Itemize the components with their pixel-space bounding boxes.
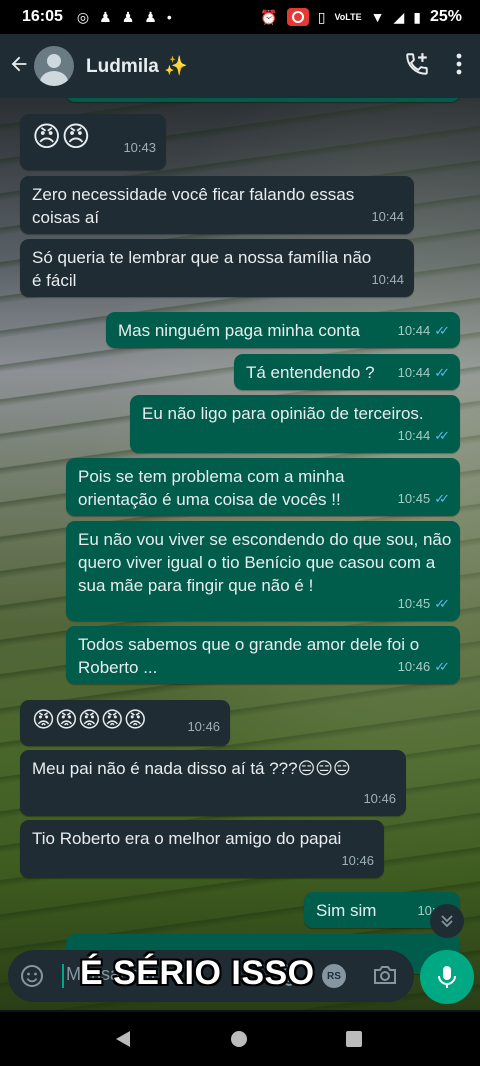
volte-icon: VoLTE [334,12,362,22]
message-bubble[interactable]: Todos sabemos que o grande amor dele foi… [66,626,460,684]
add-call-icon[interactable] [404,51,430,82]
nav-home-icon[interactable] [231,1031,247,1047]
voice-message-button[interactable] [420,950,474,1004]
read-receipt-icon: ✓✓ [434,428,450,443]
camera-icon[interactable] [372,963,398,992]
message-text: Tá entendendo ? [246,363,375,382]
message-text: 😡😡😡😡😡 [32,707,147,732]
message-time: 10:46 [363,791,396,806]
message-bubble[interactable]: Tá entendendo ? 10:44 ✓✓ [234,354,460,390]
overlay-caption: É SÉRIO ISSO [80,954,315,992]
message-text: Meu pai não é nada disso aí tá ???😑😑😑 [32,759,351,778]
message-time: 10:46 [187,719,220,734]
nav-recents-icon[interactable] [346,1031,362,1047]
scroll-to-bottom-button[interactable] [430,904,464,938]
notification-icons: ◎ ♟ ♟ ♟ • [77,9,172,26]
message-text: Só queria te lembrar que a nossa família… [32,248,372,290]
message-text: Eu não vou viver se escondendo do que so… [78,530,452,595]
message-text: Eu não ligo para opinião de terceiros. [142,404,424,423]
microphone-icon [438,966,456,988]
battery-level: 25% [429,8,462,25]
message-text: Sim sim [316,901,377,920]
read-receipt-icon: ✓✓ [434,323,450,338]
message-bubble[interactable]: Só queria te lembrar que a nossa família… [20,239,414,297]
message-time: 10:44 [371,272,404,287]
contact-avatar[interactable] [34,46,74,86]
message-time: 10:44 [397,428,431,443]
status-time: 16:05 [22,8,63,25]
message-bubble[interactable]: Eu não vou viver se escondendo do que so… [66,521,460,621]
vibrate-icon: ▯ [317,8,326,25]
chat-header: Ludmila ✨ [0,34,480,98]
message-text: Pois se tem problema com a minha orienta… [78,467,345,509]
message-text: Tio Roberto era o melhor amigo do papai [32,829,342,848]
more-options-icon[interactable] [456,53,462,80]
message-text: Mas ninguém paga minha conta [118,321,360,340]
status-bar: 16:05 ◎ ♟ ♟ ♟ • ⏰ ▯ VoLTE ▼ ◢ ▮ 25% [0,0,480,34]
ghost-icon: ♟ [99,8,112,25]
back-arrow-icon[interactable] [8,51,32,82]
message-bubble[interactable]: Eu não ligo para opinião de terceiros. 1… [130,395,460,453]
message-bubble-partial [66,98,460,102]
nav-back-icon[interactable] [116,1031,130,1047]
message-text: 😠😠 [32,121,91,152]
message-time: 10:45 [397,491,431,506]
dot-icon: • [166,8,172,25]
message-bubble[interactable]: Zero necessidade você ficar falando essa… [20,176,414,234]
message-time: 10:45 [397,596,431,611]
payment-rs-icon[interactable]: RS [322,964,346,988]
message-time: 10:44 [397,323,431,338]
message-bubble[interactable]: 😠😠 10:43 [20,114,166,170]
alarm-icon: ⏰ [260,8,278,25]
text-cursor [62,964,64,988]
message-time: 10:43 [123,140,156,155]
contact-name[interactable]: Ludmila ✨ [86,54,188,78]
wifi-icon: ▼ [370,9,385,25]
message-text: Zero necessidade você ficar falando essa… [32,185,355,227]
message-bubble[interactable]: Mas ninguém paga minha conta 10:44 ✓✓ [106,312,460,348]
message-time: 10:44 [371,209,404,224]
read-receipt-icon: ✓✓ [434,365,450,380]
read-receipt-icon: ✓✓ [434,596,450,611]
message-time: 10:46 [397,659,431,674]
signal-icon: ◢ [393,8,405,25]
ghost-icon: ♟ [121,8,135,25]
message-time: 10:44 [397,365,431,380]
message-list[interactable]: 😠😠 10:43 Zero necessidade você ficar fal… [0,98,480,1010]
target-icon: ◎ [76,8,90,25]
double-chevron-down-icon [441,915,453,928]
ghost-icon: ♟ [144,8,157,25]
screen-record-icon [286,8,309,26]
read-receipt-icon: ✓✓ [434,491,450,506]
read-receipt-icon: ✓✓ [434,659,450,674]
message-time: 10:46 [341,853,374,868]
message-bubble[interactable]: 😡😡😡😡😡 10:46 [20,700,230,746]
message-bubble[interactable]: Pois se tem problema com a minha orienta… [66,458,460,516]
battery-icon: ▮ [413,8,421,25]
message-bubble[interactable]: Meu pai não é nada disso aí tá ???😑😑😑 10… [20,750,406,816]
message-bubble[interactable]: Tio Roberto era o melhor amigo do papai … [20,820,384,878]
system-nav-bar [0,1012,480,1066]
message-text: Todos sabemos que o grande amor dele foi… [78,635,420,677]
emoji-icon[interactable] [20,964,44,993]
